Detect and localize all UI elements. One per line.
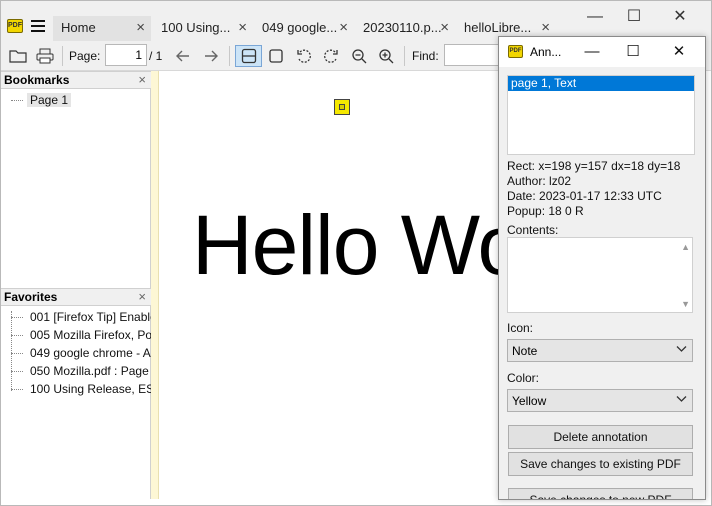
dialog-title: Ann... <box>530 45 562 59</box>
close-tab-icon[interactable]: × <box>136 16 145 40</box>
icon-label: Icon: <box>507 321 534 335</box>
tab-label: 20230110.p... <box>363 20 442 35</box>
document-text: Hello Wo <box>192 198 499 292</box>
bookmark-item[interactable]: Page 1 <box>11 92 72 108</box>
favorite-item[interactable]: 049 google chrome - Ar <box>11 345 158 361</box>
save-new-pdf-button[interactable]: Save changes to new PDF <box>508 488 693 499</box>
toolbar-separator <box>62 46 63 66</box>
page-total: / 1 <box>149 49 163 63</box>
document-view[interactable]: Hello Wo <box>151 71 499 499</box>
sidebar: Bookmarks × Page 1 Favorites × 001 [Fire… <box>1 71 166 499</box>
page-number-input[interactable]: 1 <box>105 44 147 66</box>
tab-label: helloLibre... <box>464 20 532 35</box>
tab-100-using[interactable]: 100 Using... × <box>153 16 253 41</box>
print-icon[interactable] <box>33 45 57 67</box>
dialog-title-bar: PDF Ann... — ☐ ✕ <box>499 37 705 67</box>
tab-049-google[interactable]: 049 google... × <box>254 16 354 41</box>
favorite-item[interactable]: 100 Using Release, ESR, <box>11 381 169 397</box>
minimize-button[interactable]: — <box>584 7 606 27</box>
close-favorites-icon[interactable]: × <box>138 289 146 304</box>
annotation-list-item[interactable]: page 1, Text <box>508 76 694 91</box>
color-select-value: Yellow <box>512 394 547 408</box>
find-input[interactable] <box>444 44 504 66</box>
toolbar-separator <box>404 46 405 66</box>
bookmarks-header: Bookmarks × <box>1 71 151 89</box>
scroll-down-icon[interactable]: ▼ <box>681 299 690 309</box>
annotation-rect: Rect: x=198 y=157 dx=18 dy=18 <box>507 159 681 173</box>
note-annotation-icon[interactable] <box>334 99 350 115</box>
maximize-button[interactable]: ☐ <box>623 7 645 27</box>
toolbar-separator <box>229 46 230 66</box>
annotation-date: Date: 2023-01-17 12:33 UTC <box>507 189 662 203</box>
dialog-close-button[interactable]: ✕ <box>668 42 690 62</box>
app-logo-icon[interactable]: PDF <box>7 19 23 33</box>
bookmarks-title: Bookmarks <box>4 73 70 87</box>
annotation-popup: Popup: 18 0 R <box>507 204 584 218</box>
close-tab-icon[interactable]: × <box>238 16 247 40</box>
icon-select[interactable]: Note <box>507 339 693 362</box>
rotate-left-icon[interactable] <box>292 45 316 67</box>
tab-label: 100 Using... <box>161 20 231 35</box>
favorite-item[interactable]: 050 Mozilla.pdf : Page 1 <box>11 363 162 379</box>
annotations-dialog: PDF Ann... — ☐ ✕ page 1, Text Rect: x=19… <box>498 36 706 500</box>
open-folder-icon[interactable] <box>6 45 30 67</box>
contents-label: Contents: <box>507 223 559 237</box>
color-select[interactable]: Yellow <box>507 389 693 412</box>
annotation-list[interactable]: page 1, Text <box>507 75 695 155</box>
favorite-item[interactable]: 001 [Firefox Tip] Enable <box>11 309 160 325</box>
zoom-in-icon[interactable] <box>374 45 398 67</box>
annotation-author: Author: lz02 <box>507 174 572 188</box>
dialog-minimize-button[interactable]: — <box>581 42 603 62</box>
dialog-maximize-button[interactable]: ☐ <box>622 42 644 62</box>
save-existing-pdf-button[interactable]: Save changes to existing PDF <box>508 452 693 476</box>
close-tab-icon[interactable]: × <box>440 16 449 40</box>
icon-select-value: Note <box>512 344 538 358</box>
menu-icon[interactable] <box>31 20 45 32</box>
page-label: Page: <box>69 49 101 63</box>
zoom-out-icon[interactable] <box>347 45 371 67</box>
tab-label: Home <box>61 20 96 35</box>
close-tab-icon[interactable]: × <box>339 16 348 40</box>
back-arrow-icon[interactable] <box>171 45 195 67</box>
tab-label: 049 google... <box>262 20 338 35</box>
forward-arrow-icon[interactable] <box>199 45 223 67</box>
color-label: Color: <box>507 371 540 385</box>
chevron-down-icon <box>676 393 687 407</box>
find-label: Find: <box>412 49 439 63</box>
close-bookmarks-icon[interactable]: × <box>138 72 146 87</box>
fit-page-icon[interactable] <box>264 45 288 67</box>
favorite-item[interactable]: 005 Mozilla Firefox, Port <box>11 327 162 343</box>
tab-bar: PDF Home × 100 Using... × 049 google... … <box>1 1 711 41</box>
close-window-button[interactable]: ✕ <box>669 7 691 27</box>
page-edge <box>151 71 159 499</box>
rotate-right-icon[interactable] <box>319 45 343 67</box>
app-logo-icon: PDF <box>508 45 523 58</box>
favorites-header: Favorites × <box>1 288 151 306</box>
chevron-down-icon <box>676 343 687 357</box>
scroll-up-icon[interactable]: ▲ <box>681 242 690 252</box>
tab-home[interactable]: Home × <box>53 16 151 41</box>
fit-width-icon[interactable] <box>235 45 262 67</box>
favorites-title: Favorites <box>4 290 58 304</box>
contents-textarea[interactable]: ▲ ▼ <box>507 237 693 313</box>
tab-20230110[interactable]: 20230110.p... × <box>355 16 455 41</box>
delete-annotation-button[interactable]: Delete annotation <box>508 425 693 449</box>
